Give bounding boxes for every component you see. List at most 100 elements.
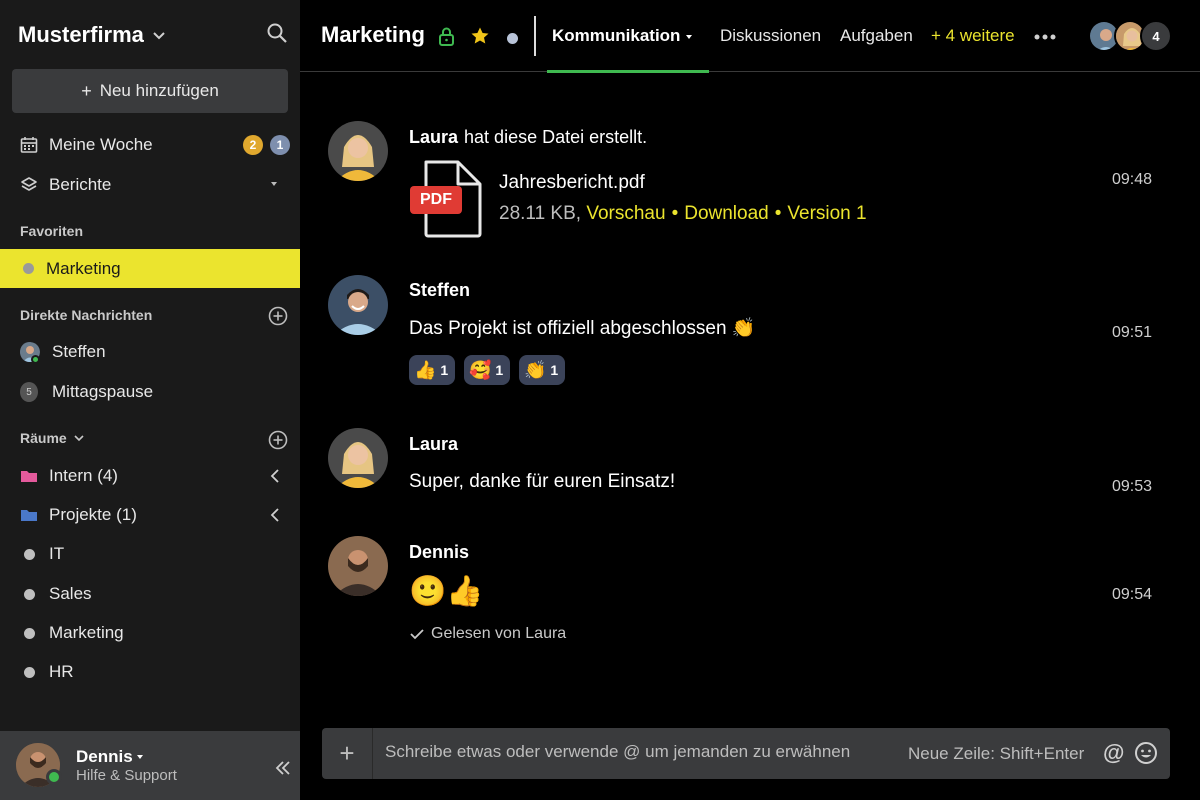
folder-icon: [21, 510, 37, 521]
message-author[interactable]: Laura: [409, 434, 458, 455]
pdf-badge-label: PDF: [420, 191, 452, 208]
divider: [534, 16, 536, 56]
sidebar-item-steffen[interactable]: Steffen: [0, 333, 300, 371]
person-icon: [328, 536, 388, 596]
room-dot-wrap: [20, 585, 38, 603]
chevron-down-icon: [153, 32, 165, 40]
tab-more[interactable]: + 4 weitere: [931, 26, 1015, 46]
sidebar-item-label: Intern (4): [49, 466, 118, 485]
chevron-left-icon[interactable]: [270, 468, 280, 484]
room-dot-wrap: [20, 663, 38, 681]
sidebar-item-mittagspause[interactable]: 5 Mittagspause: [0, 373, 300, 411]
message-time: 09:51: [1112, 324, 1153, 341]
section-title: Räume: [20, 430, 67, 446]
sidebar-item-label: Projekte (1): [49, 505, 137, 524]
collapse-sidebar-icon[interactable]: [274, 760, 292, 776]
calendar-icon: [20, 137, 38, 153]
search-icon[interactable]: [266, 22, 288, 44]
tab-diskussionen[interactable]: Diskussionen: [720, 26, 821, 46]
smiling-hearts-icon: 🥰: [469, 360, 492, 380]
message-input[interactable]: [385, 742, 885, 762]
person-icon: [328, 275, 388, 335]
online-indicator: [46, 769, 62, 785]
add-dm-icon[interactable]: [268, 306, 288, 326]
sidebar-item-label: Mittagspause: [52, 382, 154, 401]
file-name[interactable]: Jahresbericht.pdf: [499, 172, 645, 194]
section-header-dm: Direkte Nachrichten: [20, 307, 152, 323]
download-link[interactable]: Download: [684, 203, 769, 224]
sidebar-item-meine-woche[interactable]: Meine Woche 2 1: [0, 126, 300, 164]
user-name-menu[interactable]: Dennis: [76, 747, 143, 767]
active-tab-indicator: [547, 70, 709, 73]
chevron-down-icon: [74, 435, 84, 442]
reaction-chip[interactable]: 👏 1: [519, 355, 566, 385]
section-header-favoriten: Favoriten: [20, 223, 83, 239]
workspace-switcher[interactable]: Musterfirma: [18, 20, 166, 50]
tab-aufgaben[interactable]: Aufgaben: [840, 26, 913, 46]
reaction-chip[interactable]: 👍 1: [409, 355, 456, 385]
status-dot: [23, 263, 34, 274]
author-name[interactable]: Laura: [409, 127, 458, 147]
add-room-icon[interactable]: [268, 430, 288, 450]
sidebar: Musterfirma + Neu hinzufügen Meine Woche…: [0, 0, 300, 800]
status-dot: [23, 588, 35, 600]
sidebar-item-label: HR: [49, 662, 74, 681]
new-add-label: Neu hinzufügen: [99, 81, 219, 100]
caret-down-icon: [686, 34, 693, 39]
reaction-chip[interactable]: 🥰 1: [464, 355, 511, 385]
avatar[interactable]: [328, 536, 388, 596]
online-indicator: [31, 355, 40, 364]
sidebar-item-label: Meine Woche: [49, 135, 153, 154]
avatar[interactable]: [328, 428, 388, 488]
message-time: 09:48: [1112, 171, 1153, 188]
avatar[interactable]: [328, 121, 388, 181]
message-time: 09:54: [1112, 586, 1153, 603]
user-status: Hilfe & Support: [76, 767, 177, 784]
section-title: Favoriten: [20, 223, 84, 239]
message-author[interactable]: Dennis: [409, 542, 469, 563]
star-icon[interactable]: [470, 26, 490, 46]
channel-title: Marketing: [321, 22, 425, 47]
sidebar-item-intern[interactable]: Intern (4): [0, 457, 300, 495]
more-options-icon[interactable]: [1034, 34, 1056, 40]
folder-icon: [21, 471, 37, 482]
count-badge: 1: [270, 135, 290, 155]
sidebar-item-marketing[interactable]: Marketing: [0, 614, 300, 652]
avatar[interactable]: [328, 275, 388, 335]
message-author: Laura hat diese Datei erstellt.: [409, 127, 647, 148]
message-author[interactable]: Steffen: [409, 280, 470, 301]
sidebar-item-marketing-favorite[interactable]: Marketing: [0, 249, 300, 288]
member-count[interactable]: 4: [1140, 20, 1172, 52]
person-icon: [328, 428, 388, 488]
version-link[interactable]: Version 1: [787, 203, 866, 224]
message-text: 🙂👍: [409, 575, 484, 608]
message-composer: + Neue Zeile: Shift+Enter @: [322, 728, 1170, 779]
new-add-button[interactable]: + Neu hinzufügen: [12, 69, 288, 113]
preview-link[interactable]: Vorschau: [586, 203, 665, 224]
attach-button[interactable]: +: [322, 728, 373, 779]
emoji-picker-icon[interactable]: [1134, 741, 1158, 765]
system-text: hat diese Datei erstellt.: [464, 127, 648, 147]
sidebar-item-label: Marketing: [49, 623, 124, 642]
caret-down-icon: [136, 755, 143, 759]
chevron-left-icon[interactable]: [270, 507, 280, 523]
message-text: Das Projekt ist offiziell abgeschlossen …: [409, 318, 756, 339]
plus-icon: +: [81, 80, 92, 101]
room-dot-wrap: [20, 624, 38, 642]
sidebar-item-projekte[interactable]: Projekte (1): [0, 496, 300, 534]
section-header-rooms[interactable]: Räume: [20, 430, 85, 446]
caret-down-icon[interactable]: [271, 182, 277, 186]
clapping-hands-icon: 👏: [524, 360, 547, 380]
thumbs-up-icon: 👍: [414, 360, 437, 380]
tab-kommunikation[interactable]: Kommunikation: [552, 26, 693, 46]
check-icon: [410, 629, 424, 640]
sidebar-item-sales[interactable]: Sales: [0, 575, 300, 613]
file-meta: 28.11 KB, Vorschau • Download • Version 1: [499, 203, 867, 225]
workspace-name: Musterfirma: [18, 22, 144, 47]
read-receipt: Gelesen von Laura: [409, 625, 566, 643]
sidebar-item-it[interactable]: IT: [0, 535, 300, 573]
sidebar-item-berichte[interactable]: Berichte: [0, 166, 300, 204]
plus-icon: +: [339, 738, 355, 768]
sidebar-item-hr[interactable]: HR: [0, 653, 300, 691]
mention-icon[interactable]: @: [1103, 740, 1124, 766]
